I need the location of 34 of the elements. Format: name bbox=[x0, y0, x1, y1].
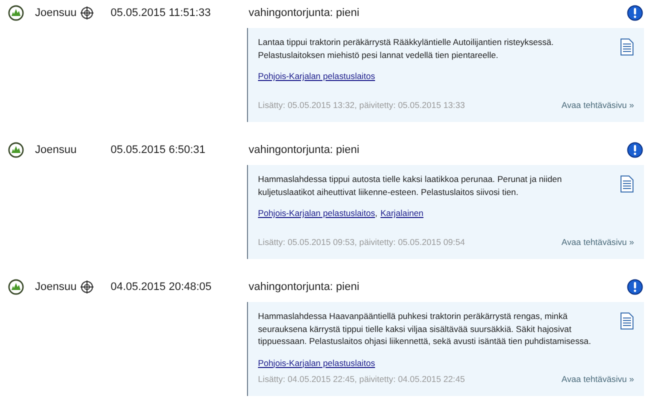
document-icon[interactable] bbox=[620, 175, 634, 193]
open-task-link[interactable]: Avaa tehtäväsivu » bbox=[562, 100, 634, 110]
timestamps: Lisätty: 04.05.2015 22:45, päivitetty: 04.05.2015 22:45 bbox=[258, 374, 465, 384]
open-task-link[interactable]: Avaa tehtäväsivu » bbox=[562, 237, 634, 247]
fire-icon bbox=[8, 142, 24, 158]
fire-icon bbox=[8, 5, 24, 21]
event-description: Hammaslahdessa Haavanpääntiellä puhkesi traktorin peräkärrystä rengas, minkä seurauksena kärrystä tippui tielle kaksi viljaa sisältävää suursäkkiä. Säkit hajosivat tippuessaan. Pelastuslaitos ohjasi liikennettä, sekä avusti isäntää tien puhdistamisessa. bbox=[258, 310, 592, 348]
fire-icon bbox=[8, 279, 24, 295]
crosshair-icon[interactable] bbox=[80, 280, 94, 294]
exclamation-icon bbox=[627, 279, 643, 295]
source-link[interactable]: Pohjois-Karjalan pelastuslaitos bbox=[258, 358, 376, 368]
source-link[interactable]: Karjalainen bbox=[380, 208, 424, 218]
source-link[interactable]: Pohjois-Karjalan pelastuslaitos bbox=[258, 208, 376, 218]
timestamps: Lisätty: 05.05.2015 13:32, päivitetty: 05.05.2015 13:33 bbox=[258, 100, 465, 110]
source-link[interactable]: Pohjois-Karjalan pelastuslaitos bbox=[258, 71, 376, 81]
open-task-link[interactable]: Avaa tehtäväsivu » bbox=[562, 374, 634, 384]
event-description: Hammaslahdessa tippui autosta tielle kaksi laatikkoa perunaa. Perunat ja niiden kuljetuslaatikot aiheuttivat liikenne-esteen. Pelastuslaitos siivosi tien. bbox=[258, 173, 563, 198]
document-icon[interactable] bbox=[620, 312, 634, 330]
separator-comma: , bbox=[375, 208, 378, 218]
event-time: 05.05.2015 11:51:33 bbox=[110, 7, 212, 19]
event-time: 05.05.2015 6:50:31 bbox=[110, 144, 206, 156]
place-name: Joensuu bbox=[35, 281, 77, 293]
event-title: vahingontorjunta: pieni bbox=[248, 144, 360, 156]
event-title: vahingontorjunta: pieni bbox=[248, 7, 360, 19]
event-time: 04.05.2015 20:48:05 bbox=[110, 281, 213, 293]
event-title: vahingontorjunta: pieni bbox=[248, 281, 360, 293]
place-name: Joensuu bbox=[35, 7, 77, 19]
crosshair-icon[interactable] bbox=[80, 6, 94, 20]
timestamps: Lisätty: 05.05.2015 09:53, päivitetty: 05.05.2015 09:54 bbox=[258, 237, 465, 247]
event-description: Lantaa tippui traktorin peräkärrystä Rääkkyläntielle Autoilijantien risteyksessä. Pelastuslaitoksen miehistö pesi lannat vedellä tien pientareelle. bbox=[258, 36, 555, 61]
place-name: Joensuu bbox=[35, 144, 77, 156]
exclamation-icon bbox=[627, 142, 643, 158]
exclamation-icon bbox=[627, 5, 643, 21]
document-icon[interactable] bbox=[620, 38, 634, 56]
